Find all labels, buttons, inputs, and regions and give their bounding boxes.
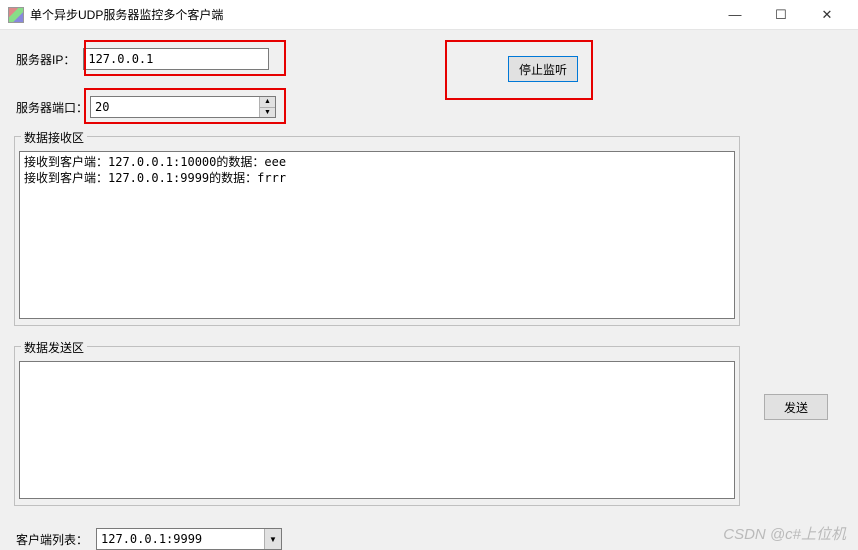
- send-group-title: 数据发送区: [21, 339, 87, 356]
- maximize-button[interactable]: ☐: [758, 0, 804, 30]
- app-icon: [8, 7, 24, 23]
- send-group: 数据发送区: [14, 346, 740, 506]
- client-list-row: 客户端列表： 127.0.0.1:9999 ▼: [16, 528, 282, 550]
- window-title: 单个异步UDP服务器监控多个客户端: [30, 6, 712, 23]
- send-button[interactable]: 发送: [764, 394, 828, 420]
- server-port-input[interactable]: [91, 97, 259, 117]
- server-port-label: 服务器端口：: [16, 99, 88, 116]
- server-port-spinner[interactable]: ▲ ▼: [90, 96, 276, 118]
- minimize-button[interactable]: —: [712, 0, 758, 30]
- server-ip-input[interactable]: [83, 48, 269, 70]
- watermark: CSDN @c#上位机: [723, 523, 846, 544]
- spin-up-icon[interactable]: ▲: [260, 97, 275, 108]
- receive-group: 数据接收区 接收到客户端：127.0.0.1:10000的数据：eee 接收到客…: [14, 136, 740, 326]
- server-ip-row: 服务器IP：: [16, 48, 269, 70]
- client-list-selected: 127.0.0.1:9999: [97, 532, 264, 546]
- server-port-row: 服务器端口： ▲ ▼: [16, 96, 276, 118]
- client-list-combo[interactable]: 127.0.0.1:9999 ▼: [96, 528, 282, 550]
- titlebar: 单个异步UDP服务器监控多个客户端 — ☐ ✕: [0, 0, 858, 30]
- port-spinner-buttons: ▲ ▼: [259, 97, 275, 117]
- stop-listen-button[interactable]: 停止监听: [508, 56, 578, 82]
- send-textbox[interactable]: [19, 361, 735, 499]
- server-ip-label: 服务器IP：: [16, 51, 75, 68]
- close-button[interactable]: ✕: [804, 0, 850, 30]
- chevron-down-icon[interactable]: ▼: [264, 529, 281, 549]
- window-controls: — ☐ ✕: [712, 0, 850, 30]
- client-area: 服务器IP： 服务器端口： ▲ ▼ 停止监听 数据接收区 接收到客户端：127.…: [0, 30, 858, 550]
- client-list-label: 客户端列表：: [16, 531, 88, 548]
- spin-down-icon[interactable]: ▼: [260, 108, 275, 118]
- receive-group-title: 数据接收区: [21, 129, 87, 146]
- receive-textbox[interactable]: 接收到客户端：127.0.0.1:10000的数据：eee 接收到客户端：127…: [19, 151, 735, 319]
